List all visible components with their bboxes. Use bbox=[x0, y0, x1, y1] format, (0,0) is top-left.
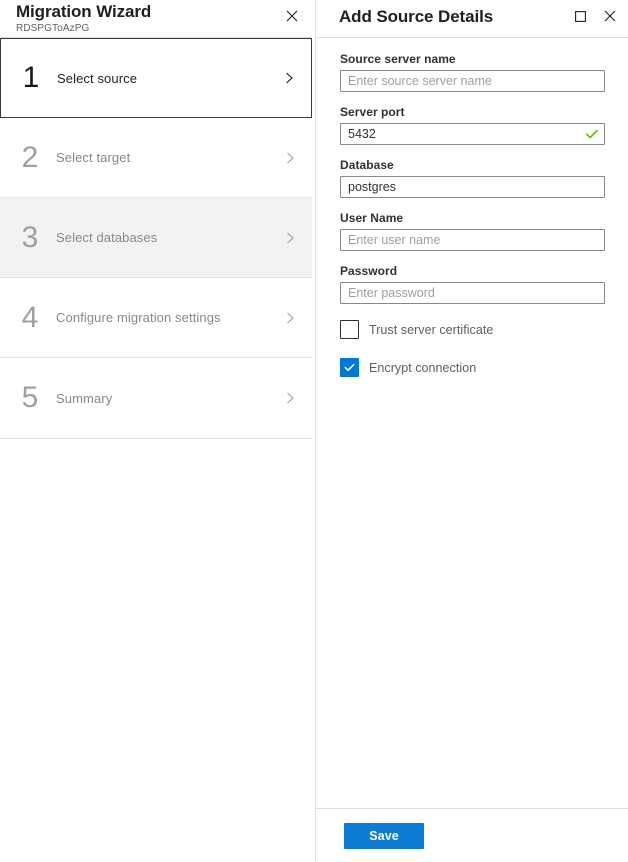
password-input[interactable] bbox=[340, 282, 605, 304]
wizard-step-1[interactable]: 1Select source bbox=[0, 38, 312, 118]
field-group: Database bbox=[340, 158, 605, 198]
user-name-input[interactable] bbox=[340, 229, 605, 251]
field-label: Password bbox=[340, 264, 605, 278]
step-label: Summary bbox=[56, 391, 282, 406]
field-label: Server port bbox=[340, 105, 605, 119]
field-input-wrapper bbox=[340, 176, 605, 198]
page-title: Migration Wizard bbox=[16, 1, 151, 23]
details-title: Add Source Details bbox=[339, 6, 493, 28]
wizard-panel: Migration Wizard RDSPGToAzPG 1Select sou… bbox=[0, 0, 312, 862]
encrypt-connection-checkbox-row[interactable]: Encrypt connection bbox=[340, 358, 605, 377]
field-group: Password bbox=[340, 264, 605, 304]
field-input-wrapper bbox=[340, 70, 605, 92]
wizard-step-5[interactable]: 5Summary bbox=[0, 358, 312, 438]
checkbox-label: Encrypt connection bbox=[369, 361, 476, 375]
wizard-step-4[interactable]: 4Configure migration settings bbox=[0, 278, 312, 358]
wizard-steps-list: 1Select source2Select target3Select data… bbox=[0, 38, 312, 439]
field-group: User Name bbox=[340, 211, 605, 251]
field-group: Server port bbox=[340, 105, 605, 145]
trust-server-certificate-checkbox-row[interactable]: Trust server certificate bbox=[340, 320, 605, 339]
step-label: Select target bbox=[56, 150, 282, 165]
checkbox-label: Trust server certificate bbox=[369, 323, 493, 337]
field-label: User Name bbox=[340, 211, 605, 225]
chevron-right-icon bbox=[282, 150, 298, 166]
checkbox-checked-icon[interactable] bbox=[340, 358, 359, 377]
step-number: 2 bbox=[0, 141, 56, 175]
source-server-name-input[interactable] bbox=[340, 70, 605, 92]
chevron-right-icon bbox=[282, 230, 298, 246]
field-input-wrapper bbox=[340, 123, 605, 145]
step-number: 4 bbox=[0, 301, 56, 335]
details-close-button[interactable] bbox=[597, 4, 623, 28]
window-controls bbox=[567, 4, 623, 28]
server-port-input[interactable] bbox=[340, 123, 605, 145]
details-header: Add Source Details bbox=[316, 0, 628, 38]
chevron-right-icon bbox=[281, 70, 297, 86]
save-button[interactable]: Save bbox=[344, 823, 424, 849]
details-footer: Save bbox=[316, 808, 628, 862]
field-label: Source server name bbox=[340, 52, 605, 66]
field-input-wrapper bbox=[340, 282, 605, 304]
field-label: Database bbox=[340, 158, 605, 172]
wizard-close-button[interactable] bbox=[280, 4, 304, 28]
details-form: Source server name Server port Database Use… bbox=[316, 38, 628, 808]
step-label: Configure migration settings bbox=[56, 310, 282, 325]
step-number: 3 bbox=[0, 221, 56, 255]
step-number: 5 bbox=[0, 381, 56, 415]
migration-wizard-window: Migration Wizard RDSPGToAzPG 1Select sou… bbox=[0, 0, 628, 862]
chevron-right-icon bbox=[282, 310, 298, 326]
database-input[interactable] bbox=[340, 176, 605, 198]
step-label: Select source bbox=[57, 71, 281, 86]
maximize-button[interactable] bbox=[567, 4, 593, 28]
wizard-step-2[interactable]: 2Select target bbox=[0, 118, 312, 198]
step-label: Select databases bbox=[56, 230, 282, 245]
page-subtitle: RDSPGToAzPG bbox=[16, 22, 89, 35]
wizard-header: Migration Wizard RDSPGToAzPG bbox=[0, 0, 312, 38]
field-group: Source server name bbox=[340, 52, 605, 92]
field-input-wrapper bbox=[340, 229, 605, 251]
wizard-step-3[interactable]: 3Select databases bbox=[0, 198, 312, 278]
close-icon bbox=[604, 10, 616, 22]
add-source-details-panel: Add Source Details Source server name Ser… bbox=[316, 0, 628, 862]
maximize-icon bbox=[575, 11, 586, 22]
step-number: 1 bbox=[1, 61, 57, 95]
close-icon bbox=[286, 10, 298, 22]
checkbox-unchecked-icon[interactable] bbox=[340, 320, 359, 339]
chevron-right-icon bbox=[282, 390, 298, 406]
